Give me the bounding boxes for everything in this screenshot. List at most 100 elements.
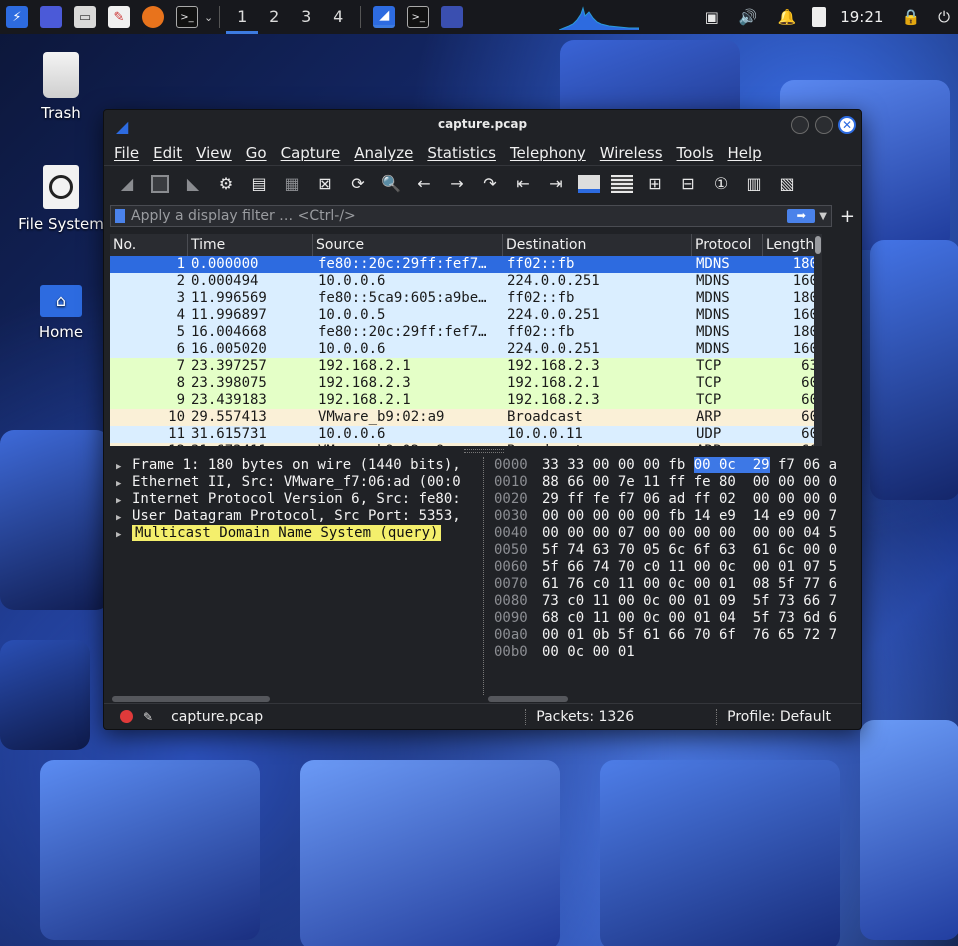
menu-telephony[interactable]: Telephony (510, 144, 586, 162)
menu-help[interactable]: Help (727, 144, 761, 162)
hex-row[interactable]: 00a0 00 01 0b 5f 61 66 70 6f 76 65 72 7 (488, 627, 858, 644)
first-packet-icon[interactable]: ⇤ (510, 171, 536, 197)
desktop-icon-trash[interactable]: Trash (11, 52, 111, 122)
wireshark-task-icon[interactable]: ◢ (373, 6, 396, 28)
hex-row[interactable]: 0070 61 76 c0 11 00 0c 00 01 08 5f 77 6 (488, 576, 858, 593)
chevron-down-icon[interactable]: ⌄ (204, 11, 213, 24)
column-protocol[interactable]: Protocol (692, 234, 763, 256)
status-profile[interactable]: Profile: Default (716, 708, 831, 725)
detail-row-ethernet[interactable]: ▶ Ethernet II, Src: VMware_f7:06:ad (00:0 (110, 474, 482, 491)
resize-columns-icon[interactable]: ▥ (741, 171, 767, 197)
packet-row[interactable]: 3 11.996569 fe80::5ca9:605:a9be… ff02::fb MD… (110, 290, 820, 307)
go-forward-icon[interactable]: → (444, 171, 470, 197)
packet-row[interactable]: 1231.673411VMware_b9:02:a9BroadcastARP60 (110, 443, 820, 446)
packet-row[interactable]: 10 29.557413 VMware_b9:02:a9 Broadcast ARP 60 (110, 409, 820, 426)
packet-row[interactable]: 7 23.397257 192.168.2.1 192.168.2.3 TCP 63 (110, 358, 820, 375)
menu-capture[interactable]: Capture (281, 144, 341, 162)
packet-row[interactable]: 6 16.005020 10.0.0.6 224.0.0.251 MDNS 160 (110, 341, 820, 358)
hex-row[interactable]: 0020 29 ff fe f7 06 ad ff 02 00 00 00 0 (488, 491, 858, 508)
terminal-task-icon[interactable]: >_ (407, 6, 430, 28)
expand-arrow-icon[interactable]: ▶ (116, 527, 132, 544)
maximize-button[interactable] (815, 116, 833, 134)
find-packet-icon[interactable]: 🔍 (378, 171, 404, 197)
hex-row[interactable]: 0030 00 00 00 00 00 fb 14 e9 14 e9 00 7 (488, 508, 858, 525)
menu-view[interactable]: View (196, 144, 232, 162)
close-button[interactable]: ✕ (838, 116, 856, 134)
menu-wireless[interactable]: Wireless (600, 144, 663, 162)
column-source[interactable]: Source (313, 234, 503, 256)
column-no[interactable]: No. (110, 234, 188, 256)
packet-row[interactable]: 11 31.615731 10.0.0.6 10.0.0.11 UDP 60 (110, 426, 820, 443)
desktop-icon-home[interactable]: ⌂ Home (11, 285, 111, 341)
save-file-icon[interactable]: ▦ (279, 171, 305, 197)
hex-row[interactable]: 0060 5f 66 74 70 c0 11 00 0c 00 01 07 5 (488, 559, 858, 576)
expert-info-icon[interactable] (120, 710, 133, 723)
menu-analyze[interactable]: Analyze (354, 144, 413, 162)
column-time[interactable]: Time (188, 234, 313, 256)
go-to-packet-icon[interactable]: ↷ (477, 171, 503, 197)
terminal-icon[interactable]: >_ (176, 6, 198, 28)
bookmark-icon[interactable] (115, 209, 125, 223)
packet-row[interactable]: 5 16.004668 fe80::20c:29ff:fef7… ff02::fb MD… (110, 324, 820, 341)
packet-row[interactable]: 4 11.996897 10.0.0.5 224.0.0.251 MDNS 160 (110, 307, 820, 324)
menu-edit[interactable]: Edit (153, 144, 182, 162)
filter-history-icon[interactable]: ▼ (819, 211, 827, 222)
kali-menu-icon[interactable]: ⚡ (6, 6, 28, 28)
hex-row[interactable]: 0040 00 00 00 07 00 00 00 00 00 00 04 5 (488, 525, 858, 542)
details-bytes-splitter[interactable] (483, 457, 486, 695)
add-filter-button-icon[interactable]: + (840, 206, 855, 227)
hex-row[interactable]: 0090 68 c0 11 00 0c 00 01 04 5f 73 6d 6 (488, 610, 858, 627)
volume-icon[interactable]: 🔊 (739, 8, 758, 26)
detail-row-ipv6[interactable]: ▶ Internet Protocol Version 6, Src: fe80: (110, 491, 482, 508)
file-manager-icon[interactable]: ▭ (74, 6, 96, 28)
packet-row[interactable]: 1 0.000000 fe80::20c:29ff:fef7… ff02::fb MDN… (110, 256, 820, 273)
logout-icon[interactable]: ⏻ (938, 8, 950, 26)
zoom-in-icon[interactable]: ⊞ (642, 171, 668, 197)
bytes-hscrollbar[interactable] (488, 696, 568, 702)
window-task-icon[interactable] (441, 6, 464, 28)
zoom-out-icon[interactable]: ⊟ (675, 171, 701, 197)
start-capture-icon[interactable]: ◢ (114, 171, 140, 197)
workspace-1[interactable]: 1 (226, 0, 259, 34)
lock-icon[interactable]: 🔒 (901, 8, 920, 26)
display-icon[interactable]: ▣ (705, 8, 719, 26)
packet-row[interactable]: 9 23.439183 192.168.2.1 192.168.2.3 TCP 60 (110, 392, 820, 409)
desktop-icon-file-system[interactable]: File System (11, 165, 111, 233)
clock[interactable]: 19:21 (840, 8, 883, 26)
menu-tools[interactable]: Tools (677, 144, 714, 162)
colorize-icon[interactable] (609, 171, 635, 197)
column-destination[interactable]: Destination (503, 234, 692, 256)
pane-splitter[interactable] (464, 449, 504, 453)
battery-icon[interactable] (812, 7, 827, 27)
hex-row[interactable]: 0050 5f 74 63 70 05 6c 6f 63 61 6c 00 0 (488, 542, 858, 559)
minimize-button[interactable] (791, 116, 809, 134)
normal-size-icon[interactable]: ① (708, 171, 734, 197)
display-filter-input[interactable]: Apply a display filter … <Ctrl-/> ➡ ▼ (110, 205, 832, 227)
restart-capture-icon[interactable]: ◣ (180, 171, 206, 197)
packet-row[interactable]: 2 0.000494 10.0.0.6 224.0.0.251 MDNS 160 (110, 273, 820, 290)
text-editor-icon[interactable]: ✎ (108, 6, 130, 28)
detail-row-frame[interactable]: ▶ Frame 1: 180 bytes on wire (1440 bits), (110, 457, 482, 474)
capture-comment-icon[interactable]: ✎ (143, 710, 153, 724)
hex-row[interactable]: 0000 33 33 00 00 00 fb 00 0c 29 f7 06 a (488, 457, 858, 474)
capture-options-icon[interactable]: ⚙ (213, 171, 239, 197)
firefox-icon[interactable] (142, 6, 164, 28)
details-hscrollbar[interactable] (112, 696, 270, 702)
last-packet-icon[interactable]: ⇥ (543, 171, 569, 197)
close-file-icon[interactable]: ⊠ (312, 171, 338, 197)
reload-file-icon[interactable]: ⟳ (345, 171, 371, 197)
title-bar[interactable]: ◢ capture.pcap ✕ (104, 110, 861, 140)
open-file-icon[interactable]: ▤ (246, 171, 272, 197)
go-back-icon[interactable]: ← (411, 171, 437, 197)
menu-file[interactable]: File (114, 144, 139, 162)
show-desktop-icon[interactable] (40, 6, 62, 28)
notification-bell-icon[interactable]: 🔔 (778, 8, 797, 26)
packet-row[interactable]: 8 23.398075 192.168.2.3 192.168.2.1 TCP 60 (110, 375, 820, 392)
column-length[interactable]: Length (763, 234, 820, 256)
apply-filter-icon[interactable]: ➡ (787, 209, 816, 223)
workspace-4[interactable]: 4 (322, 0, 354, 34)
stop-capture-icon[interactable] (147, 171, 173, 197)
workspace-2[interactable]: 2 (258, 0, 290, 34)
detail-row-udp[interactable]: ▶ User Datagram Protocol, Src Port: 5353, (110, 508, 482, 525)
hex-row[interactable]: 0010 88 66 00 7e 11 ff fe 80 00 00 00 0 (488, 474, 858, 491)
